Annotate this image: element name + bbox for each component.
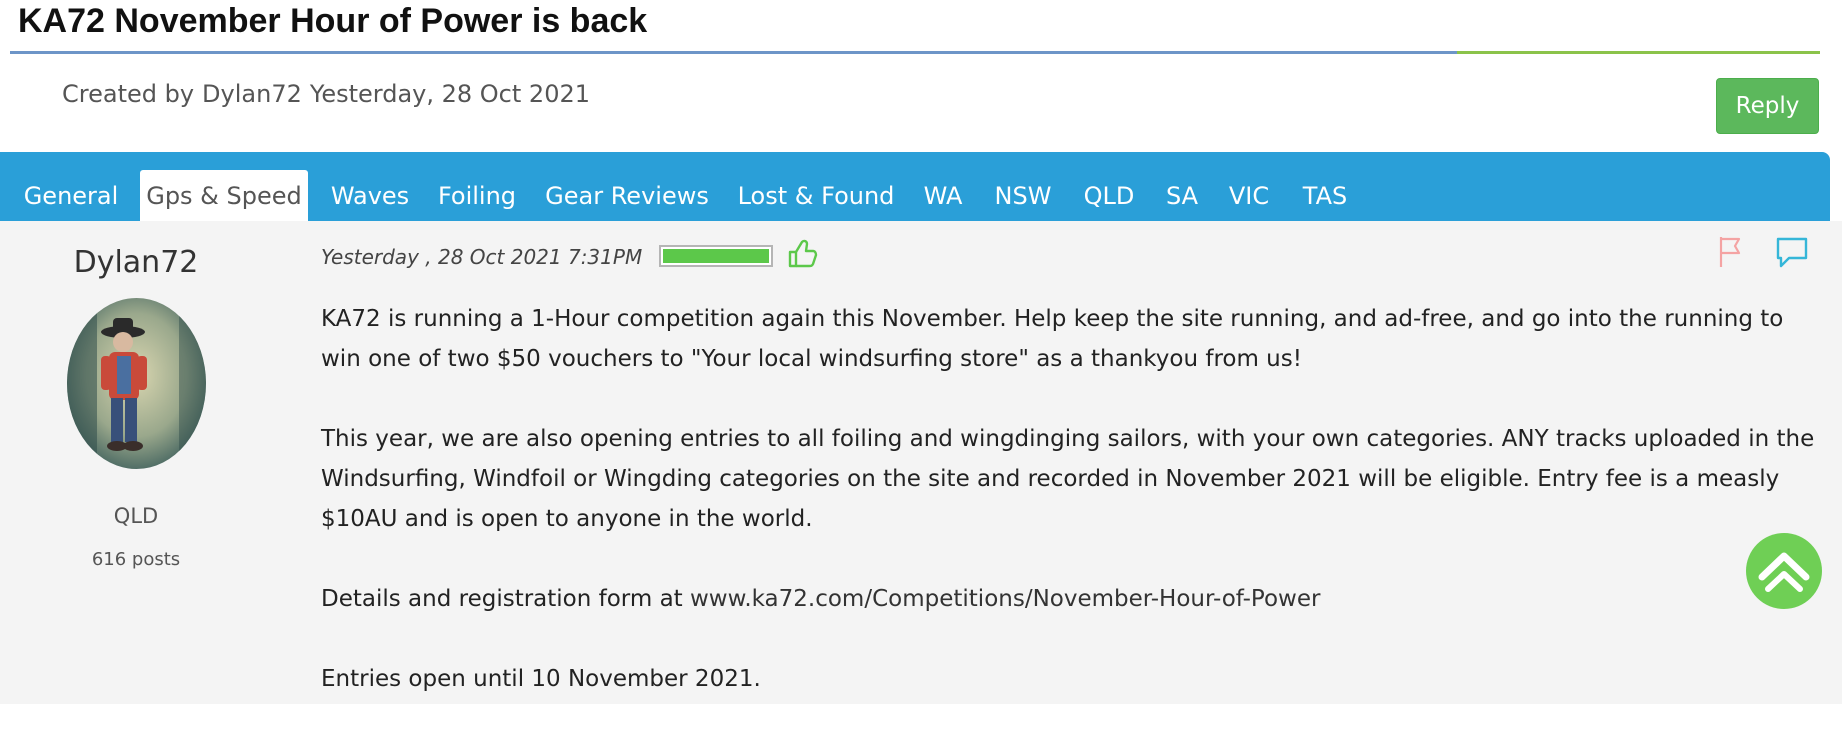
tab-tas[interactable]: TAS [1290, 170, 1360, 221]
created-date: Yesterday, 28 Oct 2021 [309, 80, 590, 108]
tab-gps-speed[interactable]: Gps & Speed [140, 170, 308, 221]
thread-meta: Created by Dylan72 Yesterday, 28 Oct 2021 [62, 80, 598, 108]
tab-general[interactable]: General [12, 170, 130, 221]
author-post-count: 616 posts [91, 549, 181, 570]
power-meter-fill [663, 249, 769, 263]
thread-title: KA72 November Hour of Power is back [18, 2, 648, 40]
reply-button[interactable]: Reply [1716, 78, 1819, 134]
comment-icon[interactable] [1775, 235, 1809, 269]
post-paragraph: Details and registration form at www.ka7… [321, 579, 1821, 619]
tab-wa[interactable]: WA [912, 170, 974, 221]
thumbs-up-icon[interactable] [786, 238, 818, 270]
flag-icon[interactable] [1717, 235, 1747, 269]
tab-nsw[interactable]: NSW [984, 170, 1062, 221]
tab-sa[interactable]: SA [1156, 170, 1208, 221]
tab-qld[interactable]: QLD [1072, 170, 1146, 221]
author-location: QLD [113, 504, 159, 528]
tab-foiling[interactable]: Foiling [430, 170, 524, 221]
post-paragraph: KA72 is running a 1-Hour competition aga… [321, 306, 1784, 372]
created-by-user: Dylan72 [202, 80, 302, 108]
tab-gear-reviews[interactable]: Gear Reviews [534, 170, 720, 221]
post-date: Yesterday , 28 Oct 2021 7:31PM [321, 245, 643, 269]
author-name[interactable]: Dylan72 [56, 245, 216, 280]
created-by-prefix: Created by [62, 80, 195, 108]
tab-waves[interactable]: Waves [320, 170, 420, 221]
details-prefix: Details and registration form at [321, 586, 690, 612]
title-divider [10, 51, 1820, 54]
tab-lost-found[interactable]: Lost & Found [730, 170, 902, 221]
scroll-to-top-button[interactable] [1746, 533, 1822, 609]
category-tab-bar: General Gps & Speed Waves Foiling Gear R… [0, 152, 1830, 221]
competition-link[interactable]: www.ka72.com/Competitions/November-Hour-… [690, 586, 1320, 612]
tab-vic[interactable]: VIC [1218, 170, 1280, 221]
post-body: KA72 is running a 1-Hour competition aga… [321, 299, 1821, 739]
power-meter [659, 245, 773, 267]
post: Dylan72 QLD 616 posts Yesterday , 28 Oct… [0, 221, 1842, 704]
post-paragraph: This year, we are also opening entries t… [321, 426, 1815, 532]
post-paragraph: Entries open until 10 November 2021. [321, 666, 761, 692]
chevron-up-icon [1758, 552, 1810, 592]
avatar[interactable] [67, 298, 206, 469]
